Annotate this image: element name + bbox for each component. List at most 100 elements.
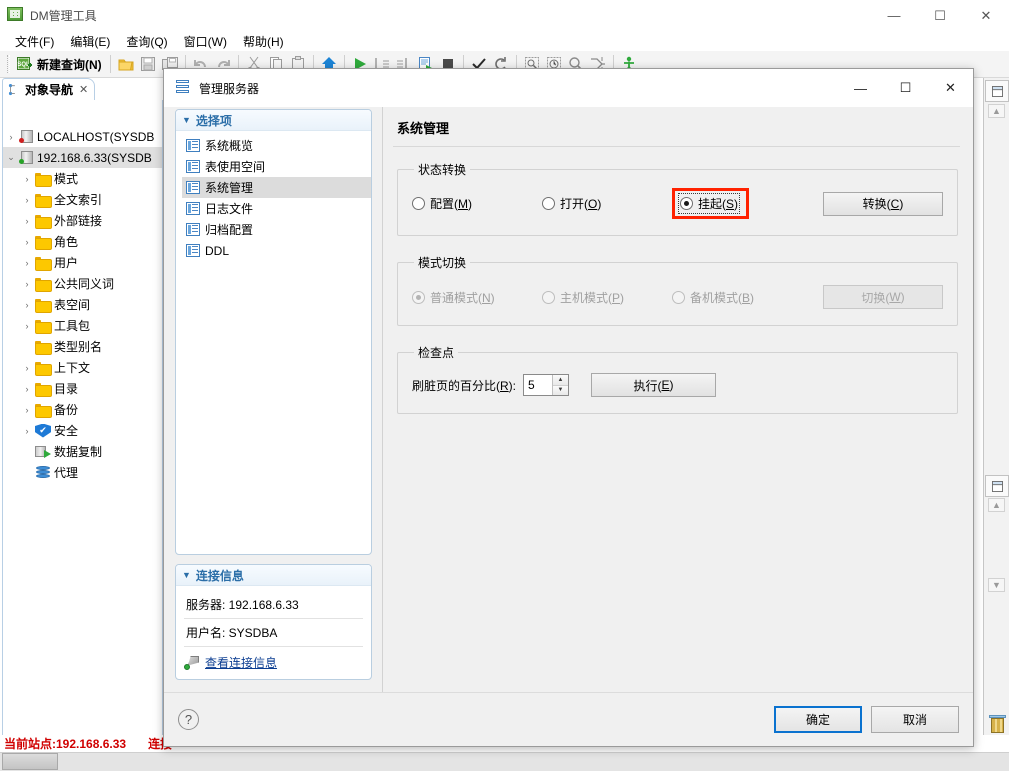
toolbar-grip[interactable] [7, 55, 10, 73]
chevron-right-icon[interactable]: › [19, 363, 35, 373]
scroll-down-icon[interactable]: ▼ [988, 578, 1005, 592]
tree-node-directory[interactable]: › 目录 [3, 378, 162, 399]
execute-checkpoint-button[interactable]: 执行(E) [591, 373, 717, 397]
trash-icon[interactable] [989, 715, 1006, 733]
chevron-right-icon[interactable]: › [19, 216, 35, 226]
new-query-label: 新建查询(N) [37, 57, 102, 72]
tree-node-type-alias[interactable]: 类型别名 [3, 336, 162, 357]
save-icon[interactable] [137, 53, 159, 75]
tree-node-tablespace[interactable]: › 表空间 [3, 294, 162, 315]
tree-node-role[interactable]: › 角色 [3, 231, 162, 252]
server-icon [19, 130, 34, 143]
chevron-right-icon[interactable]: › [3, 132, 19, 142]
tree-node-security[interactable]: › 安全 [3, 420, 162, 441]
chevron-right-icon[interactable]: › [19, 321, 35, 331]
dialog-minimize-button[interactable]: — [838, 69, 883, 107]
chevron-right-icon[interactable]: › [19, 426, 35, 436]
option-item-system-management[interactable]: 系统管理 [182, 177, 371, 198]
chevron-right-icon[interactable]: › [19, 174, 35, 184]
tab-object-navigator[interactable]: 对象导航 ✕ [2, 78, 96, 100]
radio-suspend-label: 挂起(S) [698, 197, 739, 211]
list-icon [186, 181, 200, 194]
option-item-log-file[interactable]: 日志文件 [182, 198, 371, 219]
connection-info-body: 服务器: 192.168.6.33 用户名: SYSDBA 查看连接信息 [176, 586, 371, 679]
chevron-down-icon[interactable]: ⌄ [3, 152, 19, 163]
tree-node-public-synonym[interactable]: › 公共同义词 [3, 273, 162, 294]
dialog-close-button[interactable]: ✕ [928, 69, 973, 107]
chevron-right-icon[interactable]: › [19, 300, 35, 310]
chevron-right-icon[interactable]: › [19, 258, 35, 268]
tree-node-context[interactable]: › 上下文 [3, 357, 162, 378]
chevron-right-icon[interactable]: › [19, 384, 35, 394]
window-minimize-button[interactable]: — [871, 0, 917, 31]
restore-panel-top-button[interactable] [985, 80, 1009, 102]
state-transition-row: 配置(M) 打开(O) 挂起(S) 转换(C) [412, 188, 943, 219]
connection-user-row: 用户名: SYSDBA [184, 619, 363, 647]
cancel-button[interactable]: 取消 [871, 706, 959, 733]
menubar: 文件(F) 编辑(E) 查询(Q) 窗口(W) 帮助(H) [0, 31, 1009, 51]
tree-node-fulltext-index[interactable]: › 全文索引 [3, 189, 162, 210]
tree-node-data-replication[interactable]: 数据复制 [3, 441, 162, 462]
scroll-up-icon-2[interactable]: ▲ [988, 498, 1005, 512]
dirty-page-percent-stepper[interactable]: 5 ▲ ▼ [523, 374, 570, 396]
stepper-down-icon[interactable]: ▼ [553, 385, 569, 395]
radio-open[interactable]: 打开(O) [542, 195, 672, 212]
chevron-right-icon[interactable]: › [19, 237, 35, 247]
chevron-right-icon[interactable]: › [19, 195, 35, 205]
radio-dot [542, 197, 555, 210]
view-connection-info-row[interactable]: 查看连接信息 [184, 647, 363, 671]
tree-node-package[interactable]: › 工具包 [3, 315, 162, 336]
folder-icon [35, 256, 52, 271]
tree-node-backup[interactable]: › 备份 [3, 399, 162, 420]
tree-node-192-168-6-33[interactable]: ⌄ 192.168.6.33(SYSDB [3, 147, 162, 168]
connection-info-title: 连接信息 [195, 568, 244, 583]
tree-node-user[interactable]: › 用户 [3, 252, 162, 273]
dialog-maximize-button[interactable]: ☐ [883, 69, 928, 107]
restore-panel-bottom-button[interactable] [985, 475, 1009, 497]
close-icon[interactable]: ✕ [79, 83, 88, 96]
help-button[interactable]: ? [178, 709, 199, 730]
convert-button[interactable]: 转换(C) [823, 191, 943, 216]
folder-icon [35, 403, 52, 418]
menu-window[interactable]: 窗口(W) [176, 31, 235, 52]
options-panel-header[interactable]: ▼ 选择项 [176, 110, 371, 131]
tree-node-schema[interactable]: › 模式 [3, 168, 162, 189]
radio-dot [680, 197, 693, 210]
open-folder-icon[interactable] [115, 53, 137, 75]
pane-content: 状态转换 配置(M) 打开(O) 挂起(S) 转换(C) 模式切换 普通模式… [393, 147, 962, 432]
option-item-archive-config[interactable]: 归档配置 [182, 219, 371, 240]
radio-standby-mode[interactable]: 备机模式(B) [672, 289, 802, 306]
menu-edit[interactable]: 编辑(E) [62, 31, 118, 52]
view-connection-info-link[interactable]: 查看连接信息 [205, 654, 277, 671]
ok-button[interactable]: 确定 [774, 706, 862, 733]
option-item-system-overview[interactable]: 系统概览 [182, 135, 371, 156]
scroll-up-icon[interactable]: ▲ [988, 104, 1005, 118]
radio-primary-mode[interactable]: 主机模式(P) [542, 289, 672, 306]
option-item-ddl[interactable]: DDL [182, 240, 371, 261]
window-close-button[interactable]: ✕ [963, 0, 1009, 31]
connection-info-header[interactable]: ▼ 连接信息 [176, 565, 371, 586]
tree-node-agent[interactable]: 代理 [3, 462, 162, 483]
stepper-up-icon[interactable]: ▲ [553, 375, 569, 386]
tree-node-localhost[interactable]: › LOCALHOST(SYSDB [3, 126, 162, 147]
radio-suspend[interactable]: 挂起(S) [677, 193, 741, 214]
connection-server-row: 服务器: 192.168.6.33 [184, 591, 363, 619]
tree-node-label: 用户 [54, 256, 79, 270]
new-query-icon: SQL [17, 56, 33, 72]
new-query-button[interactable]: SQL 新建查询(N) [13, 53, 106, 75]
taskbar-window-thumbnail[interactable] [2, 753, 58, 770]
chevron-right-icon[interactable]: › [19, 279, 35, 289]
chevron-down-icon[interactable]: ▼ [182, 570, 191, 580]
radio-normal-mode[interactable]: 普通模式(N) [412, 289, 542, 306]
menu-file[interactable]: 文件(F) [7, 31, 62, 52]
window-maximize-button[interactable]: ☐ [917, 0, 963, 31]
radio-configure[interactable]: 配置(M) [412, 195, 542, 212]
menu-query[interactable]: 查询(Q) [118, 31, 175, 52]
radio-standby-mode-label: 备机模式(B) [690, 290, 755, 305]
dirty-page-percent-value[interactable]: 5 [524, 375, 552, 395]
chevron-right-icon[interactable]: › [19, 405, 35, 415]
menu-help[interactable]: 帮助(H) [235, 31, 292, 52]
option-item-table-space-usage[interactable]: 表使用空间 [182, 156, 371, 177]
tree-node-external-link[interactable]: › 外部链接 [3, 210, 162, 231]
chevron-down-icon[interactable]: ▼ [182, 115, 191, 125]
